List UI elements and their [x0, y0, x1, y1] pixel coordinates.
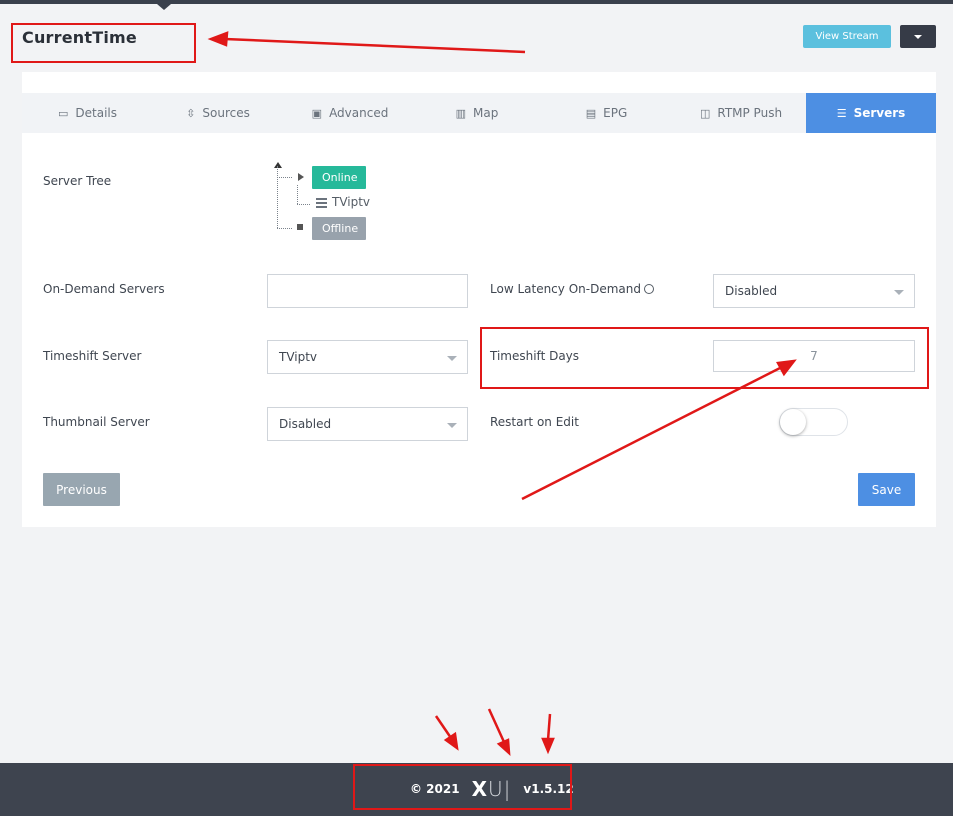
thumbnail-server-label: Thumbnail Server	[43, 415, 150, 429]
annotation-box-footer	[353, 764, 572, 810]
save-button[interactable]: Save	[858, 473, 915, 506]
tree-connector	[297, 204, 310, 205]
top-bar-notch	[157, 4, 171, 10]
server-tree: Online TViptv Offline	[272, 162, 432, 242]
tab-label: Map	[473, 106, 499, 120]
chevron-down-icon	[447, 423, 457, 428]
id-card-icon: ▭	[57, 106, 69, 120]
folder-gear-icon: ▣	[311, 106, 323, 120]
tab-label: Sources	[202, 106, 250, 120]
tree-node-server[interactable]: TViptv	[316, 195, 370, 209]
map-icon: ▥	[455, 106, 467, 120]
tab-epg[interactable]: ▤ EPG	[537, 93, 676, 133]
top-bar	[0, 0, 953, 4]
annotation-arrow-title	[224, 37, 526, 54]
tab-advanced[interactable]: ▣ Advanced	[283, 93, 417, 133]
monitor-icon: ◫	[699, 106, 711, 120]
expand-triangle-icon[interactable]	[298, 173, 304, 181]
view-stream-button[interactable]: View Stream	[803, 25, 891, 48]
chevron-down-icon	[894, 290, 904, 295]
previous-button[interactable]: Previous	[43, 473, 120, 506]
tab-details[interactable]: ▭ Details	[22, 93, 153, 133]
on-demand-servers-input[interactable]	[267, 274, 468, 308]
server-name: TViptv	[332, 195, 371, 209]
tab-label: Details	[75, 106, 117, 120]
tab-rtmp-push[interactable]: ◫ RTMP Push	[676, 93, 806, 133]
timeshift-server-select[interactable]: TViptv	[267, 340, 468, 374]
annotation-arrow-footer-3	[546, 713, 552, 741]
epg-icon: ▤	[585, 106, 597, 120]
tab-label: Advanced	[329, 106, 389, 120]
low-latency-label: Low Latency On-Demand	[490, 282, 654, 296]
annotation-arrow-footer-1	[434, 715, 453, 739]
annotation-box-timeshift-days	[480, 327, 929, 389]
toggle-knob	[780, 409, 806, 435]
annotation-box-title	[11, 23, 196, 63]
info-circle-icon[interactable]	[643, 284, 654, 294]
tree-connector	[277, 166, 278, 228]
thumbnail-server-select[interactable]: Disabled	[267, 407, 468, 441]
tab-label: EPG	[603, 106, 628, 120]
on-demand-servers-label: On-Demand Servers	[43, 282, 165, 296]
tree-node-online[interactable]: Online	[312, 166, 366, 189]
restart-on-edit-label: Restart on Edit	[490, 415, 579, 429]
restart-on-edit-toggle[interactable]	[779, 408, 848, 436]
tab-label: Servers	[853, 106, 906, 120]
timeshift-server-label: Timeshift Server	[43, 349, 142, 363]
tab-servers[interactable]: ☰ Servers	[806, 93, 936, 133]
tree-connector	[277, 228, 292, 229]
annotation-arrow-footer-2	[487, 708, 506, 743]
timeshift-server-value: TViptv	[279, 350, 318, 364]
server-icon	[316, 197, 327, 208]
tab-map[interactable]: ▥ Map	[417, 93, 537, 133]
tab-sources[interactable]: ⇳ Sources	[153, 93, 283, 133]
chevron-down-icon	[447, 356, 457, 361]
low-latency-value: Disabled	[725, 284, 778, 298]
annotation-arrowhead	[443, 731, 459, 751]
thumbnail-server-value: Disabled	[279, 417, 332, 431]
low-latency-select[interactable]: Disabled	[713, 274, 915, 308]
annotation-arrowhead	[541, 737, 555, 755]
tab-bar: ▭ Details ⇳ Sources ▣ Advanced ▥ Map ▤ E…	[22, 93, 936, 133]
tree-root-arrow-icon	[274, 162, 282, 168]
tree-node-offline[interactable]: Offline	[312, 217, 366, 240]
low-latency-label-text: Low Latency On-Demand	[490, 282, 641, 296]
sources-icon: ⇳	[186, 106, 196, 120]
stream-edit-card: ▭ Details ⇳ Sources ▣ Advanced ▥ Map ▤ E…	[22, 72, 936, 527]
tab-label: RTMP Push	[717, 106, 783, 120]
tree-connector	[277, 177, 292, 178]
caret-down-icon	[914, 34, 922, 39]
leaf-square-icon	[297, 224, 303, 230]
annotation-arrowhead	[496, 738, 511, 757]
tree-connector	[297, 185, 298, 204]
annotation-arrowhead	[207, 31, 229, 47]
server-stack-icon: ☰	[836, 106, 847, 120]
actions-dropdown-button[interactable]	[900, 25, 936, 48]
server-tree-label: Server Tree	[43, 174, 112, 188]
